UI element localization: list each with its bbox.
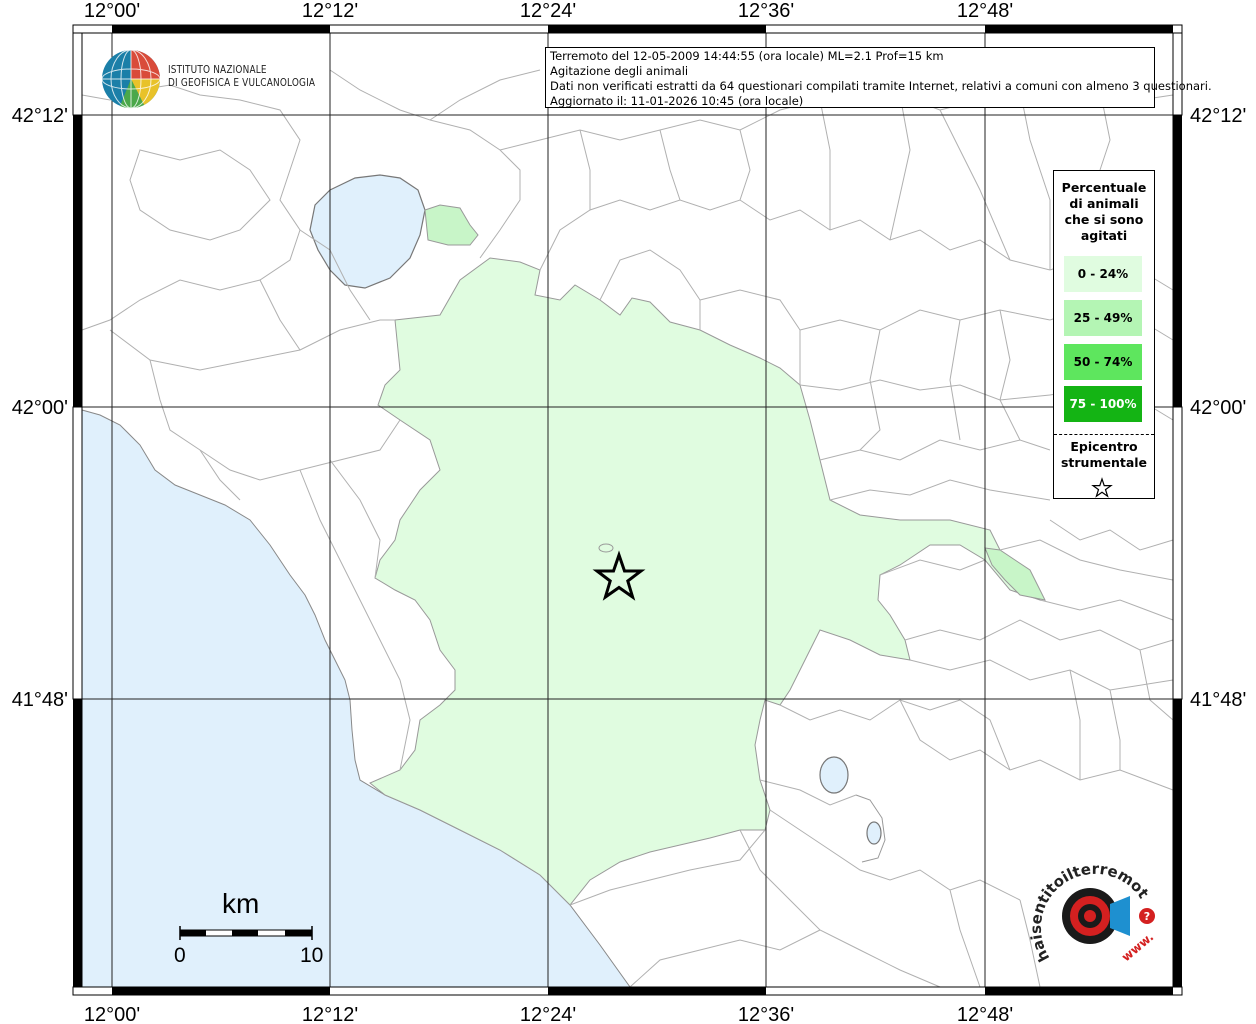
lon-tick-top: 12°12' (302, 0, 358, 22)
lon-ticks-top: 12°00' 12°12' 12°24' 12°36' 12°48' (84, 0, 1013, 22)
event-info-box: Terremoto del 12-05-2009 14:44:55 (ora l… (545, 47, 1212, 108)
lat-tick-right: 42°12' (1190, 105, 1246, 127)
globe-icon (101, 49, 161, 109)
lat-tick-right: 42°00' (1190, 397, 1246, 419)
haisentito-logo: ? haisentitoilterremoto.it www. (1030, 858, 1156, 965)
legend-epicenter-line: strumentale (1060, 455, 1148, 470)
lat-tick-left: 42°12' (12, 105, 68, 127)
lon-ticks-bottom: 12°00' 12°12' 12°24' 12°36' 12°48' (84, 1004, 1013, 1024)
legend-title-line: agitati (1080, 228, 1128, 243)
lon-tick-bottom: 12°48' (957, 1004, 1013, 1024)
event-title: Terremoto del 12-05-2009 14:44:55 (ora l… (550, 49, 944, 63)
lat-tick-left: 42°00' (12, 397, 68, 419)
lon-tick-top: 12°36' (738, 0, 794, 22)
legend-epicenter-label: Epicentro strumentale (1054, 439, 1154, 471)
lon-tick-bottom: 12°24' (520, 1004, 576, 1024)
legend-title-line: Percentuale (1061, 180, 1147, 195)
event-notes: Dati non verificati estratti da 64 quest… (550, 79, 1212, 93)
lake-albano (819, 756, 849, 794)
logo-line-1: ISTITUTO NAZIONALE (168, 64, 267, 76)
logo-line-2: DI GEOFISICA E VULCANOLOGIA (168, 77, 316, 89)
legend-item-25-49: 25 - 49% (1064, 300, 1142, 336)
watermark-prefix: www. (1119, 930, 1156, 965)
lon-tick-bottom: 12°12' (302, 1004, 358, 1024)
lon-tick-top: 12°00' (84, 0, 140, 22)
legend: Percentuale di animali che si sono agita… (1053, 170, 1155, 499)
lon-tick-bottom: 12°36' (738, 1004, 794, 1024)
legend-title-line: di animali (1069, 196, 1139, 211)
lat-tick-left: 41°48' (12, 689, 68, 711)
legend-title-line: che si sono (1064, 212, 1144, 227)
event-subtitle: Agitazione degli animali (550, 64, 689, 78)
lon-tick-top: 12°48' (957, 0, 1013, 22)
legend-item-0-24: 0 - 24% (1064, 256, 1142, 292)
island-marker (598, 543, 614, 553)
lake-nemi (866, 821, 882, 845)
event-updated: Aggiornato il: 11-01-2026 10:45 (ora loc… (550, 94, 804, 108)
scale-start-label: 0 (174, 944, 186, 967)
scale-unit-label: km (222, 888, 260, 919)
legend-title: Percentuale di animali che si sono agita… (1054, 180, 1154, 244)
lat-tick-right: 41°48' (1190, 689, 1246, 711)
ingv-logo: ISTITUTO NAZIONALE DI GEOFISICA E VULCAN… (100, 48, 320, 110)
lat-ticks-left: 42°12' 42°00' 41°48' (12, 105, 68, 711)
lon-tick-bottom: 12°00' (84, 1004, 140, 1024)
legend-item-75-100: 75 - 100% (1064, 386, 1142, 422)
svg-text:?: ? (1144, 910, 1150, 923)
lon-tick-top: 12°24' (520, 0, 576, 22)
legend-star-icon (1091, 477, 1113, 498)
lat-ticks-right: 42°12' 42°00' 41°48' (1190, 105, 1246, 711)
scale-end-label: 10 (300, 944, 324, 967)
legend-item-50-74: 50 - 74% (1064, 344, 1142, 380)
legend-divider (1054, 434, 1154, 435)
legend-epicenter-line: Epicentro (1070, 439, 1138, 454)
